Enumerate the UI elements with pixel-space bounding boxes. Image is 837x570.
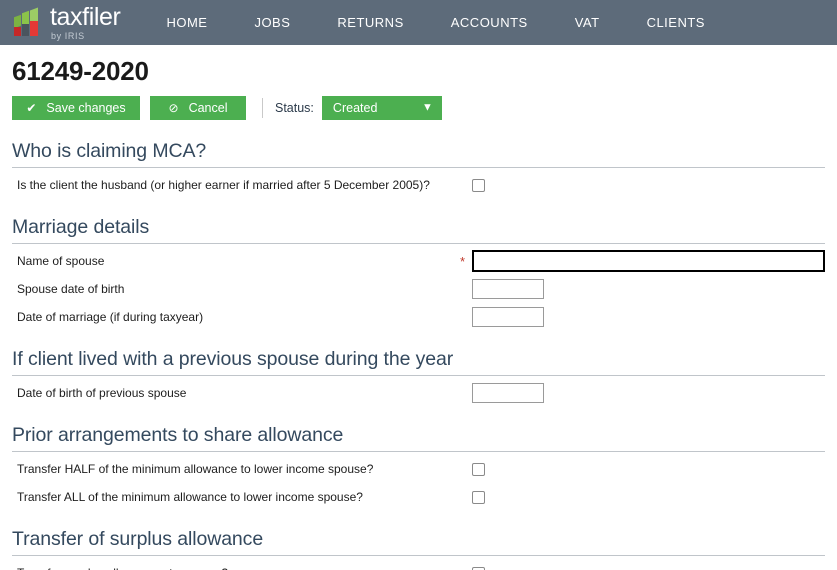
form-row: Date of birth of previous spouse * — [12, 379, 825, 407]
toolbar-divider — [262, 98, 263, 118]
form-row: Date of marriage (if during taxyear) * — [12, 303, 825, 331]
save-changes-label: Save changes — [46, 101, 126, 115]
form-row: Spouse date of birth * — [12, 275, 825, 303]
section-heading: Transfer of surplus allowance — [12, 528, 825, 556]
page-body: 61249-2020 ✔ Save changes ⊘ Cancel Statu… — [0, 56, 837, 570]
form-row: Transfer surplus allowances to spouse? * — [12, 559, 825, 570]
checkbox-client-is-husband[interactable] — [472, 178, 485, 192]
row-label: Transfer ALL of the minimum allowance to… — [17, 490, 363, 504]
required-marker-placeholder: * — [460, 311, 472, 324]
section-heading: Prior arrangements to share allowance — [12, 424, 825, 452]
top-navigation-bar: taxfiler by IRIS HOME JOBS RETURNS ACCOU… — [0, 0, 837, 45]
form-row: Transfer ALL of the minimum allowance to… — [12, 483, 825, 511]
form-row: Name of spouse * — [12, 247, 825, 275]
brand-logo[interactable]: taxfiler by IRIS — [14, 0, 121, 45]
main-nav: HOME JOBS RETURNS ACCOUNTS VAT CLIENTS — [166, 9, 705, 36]
section-heading: Who is claiming MCA? — [12, 140, 825, 168]
nav-item-jobs[interactable]: JOBS — [254, 9, 290, 36]
required-marker-placeholder: * — [460, 387, 472, 400]
ban-icon: ⊘ — [168, 101, 179, 115]
section-transfer-surplus-allowance: Transfer of surplus allowance Transfer s… — [12, 528, 825, 570]
status-select[interactable]: Created ▼ — [321, 96, 442, 120]
cancel-label: Cancel — [188, 101, 228, 115]
nav-item-returns[interactable]: RETURNS — [337, 9, 403, 36]
previous-spouse-dob-input[interactable] — [472, 383, 544, 403]
page-title: 61249-2020 — [12, 56, 149, 86]
chevron-down-icon: ▼ — [422, 101, 433, 114]
row-label: Spouse date of birth — [17, 282, 125, 296]
checkbox-transfer-surplus-allowances[interactable] — [472, 566, 485, 570]
row-label: Transfer surplus allowances to spouse? — [12, 566, 460, 570]
required-marker: * — [460, 253, 466, 269]
section-who-is-claiming-mca: Who is claiming MCA? Is the client the h… — [12, 140, 825, 199]
row-label: Transfer HALF of the minimum allowance t… — [17, 462, 374, 476]
save-changes-button[interactable]: ✔ Save changes — [12, 96, 140, 120]
cancel-button[interactable]: ⊘ Cancel — [150, 96, 246, 120]
row-label: Date of marriage (if during taxyear) — [17, 310, 204, 324]
bar-chart-logo-icon — [14, 7, 44, 37]
nav-item-accounts[interactable]: ACCOUNTS — [451, 9, 528, 36]
status-label: Status: — [275, 101, 314, 115]
checkbox-transfer-half-allowance[interactable] — [472, 462, 485, 476]
form-row: Is the client the husband (or higher ear… — [12, 171, 825, 199]
status-selected-value: Created — [332, 101, 378, 115]
brand-subtitle: by IRIS — [51, 30, 85, 41]
section-previous-spouse: If client lived with a previous spouse d… — [12, 348, 825, 407]
required-marker-placeholder: * — [460, 491, 472, 504]
section-heading: If client lived with a previous spouse d… — [12, 348, 825, 376]
section-prior-arrangements: Prior arrangements to share allowance Tr… — [12, 424, 825, 511]
nav-item-clients[interactable]: CLIENTS — [647, 9, 705, 36]
required-marker-placeholder: * — [460, 179, 472, 192]
checkbox-transfer-all-allowance[interactable] — [472, 490, 485, 504]
spouse-date-of-birth-input[interactable] — [472, 279, 544, 299]
row-label: Name of spouse — [17, 254, 105, 268]
brand-name: taxfiler — [50, 2, 121, 31]
required-marker-placeholder: * — [460, 283, 472, 296]
section-heading: Marriage details — [12, 216, 825, 244]
required-marker-placeholder: * — [460, 567, 472, 570]
row-label: Is the client the husband (or higher ear… — [17, 178, 430, 192]
nav-item-home[interactable]: HOME — [166, 9, 207, 36]
action-toolbar: ✔ Save changes ⊘ Cancel Status: Created … — [12, 96, 825, 120]
form-row: Transfer HALF of the minimum allowance t… — [12, 455, 825, 483]
required-marker-placeholder: * — [460, 463, 472, 476]
date-of-marriage-input[interactable] — [472, 307, 544, 327]
check-icon: ✔ — [26, 101, 37, 115]
row-label: Date of birth of previous spouse — [17, 386, 187, 400]
section-marriage-details: Marriage details Name of spouse * Spouse… — [12, 216, 825, 331]
nav-item-vat[interactable]: VAT — [575, 9, 600, 36]
name-of-spouse-input[interactable] — [472, 250, 825, 272]
